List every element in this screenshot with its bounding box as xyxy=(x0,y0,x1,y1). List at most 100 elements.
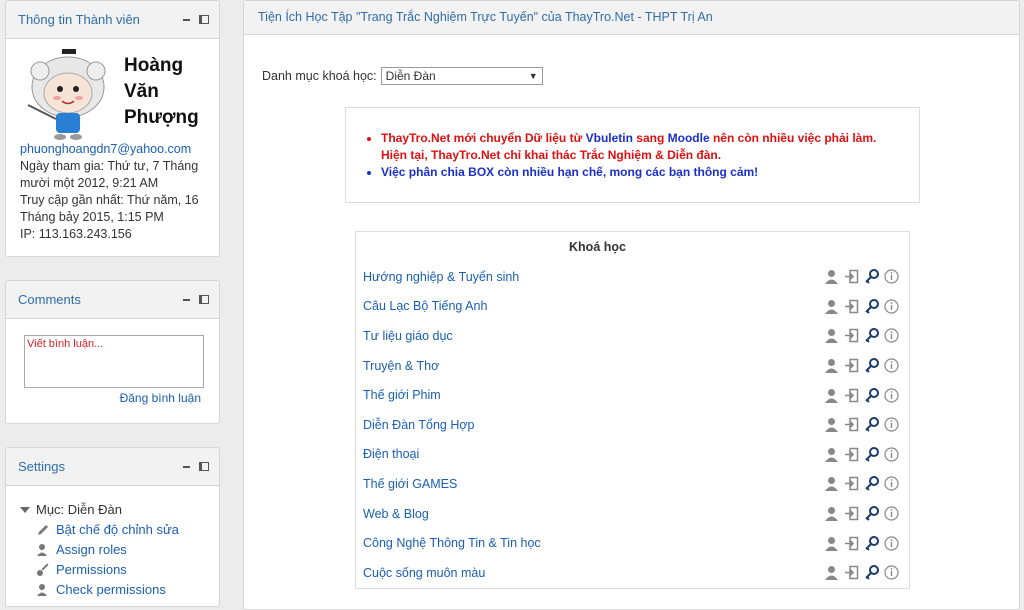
info-icon[interactable] xyxy=(884,506,899,521)
enrolled-user-icon[interactable] xyxy=(824,417,839,433)
course-row: Hướng nghiệp & Tuyển sinh xyxy=(356,262,909,292)
post-comment-link[interactable]: Đăng bình luận xyxy=(120,391,201,405)
enrol-icon[interactable] xyxy=(844,536,859,551)
course-row: Câu Lạc Bộ Tiếng Anh xyxy=(356,292,909,322)
dock-icon[interactable] xyxy=(199,15,209,24)
course-link[interactable]: Thế giới Phim xyxy=(363,388,824,402)
enrol-icon[interactable] xyxy=(844,388,859,403)
comments-block: Comments Viết bình luận... Đăng bình luậ… xyxy=(5,280,220,424)
guest-access-key-icon[interactable] xyxy=(864,565,879,580)
guest-access-key-icon[interactable] xyxy=(864,417,879,432)
dropdown-arrow-icon: ▼ xyxy=(528,71,538,81)
info-icon[interactable] xyxy=(884,476,899,492)
enrolled-user-icon[interactable] xyxy=(824,358,839,374)
minimize-icon[interactable] xyxy=(183,465,190,468)
enrol-icon[interactable] xyxy=(844,506,859,521)
expand-triangle-icon[interactable] xyxy=(20,507,30,513)
guest-access-key-icon[interactable] xyxy=(864,476,879,492)
enrolled-user-icon[interactable] xyxy=(824,388,839,403)
info-icon[interactable] xyxy=(884,447,899,462)
course-link[interactable]: Điện thoại xyxy=(363,447,824,461)
course-row: Cuộc sống muôn màu xyxy=(356,558,909,588)
comments-block-title: Comments xyxy=(18,292,81,307)
enrol-icon[interactable] xyxy=(844,565,859,580)
guest-access-key-icon[interactable] xyxy=(864,387,879,403)
settings-tree: Mục: Diễn Đàn Bật chế độ chỉnh sửa Assig… xyxy=(20,500,179,600)
profile-email-link[interactable]: phuonghoangdn7@yahoo.com xyxy=(20,141,220,158)
settings-item-assign-roles[interactable]: Assign roles xyxy=(20,540,179,560)
enrol-icon[interactable] xyxy=(844,328,859,343)
enrolled-user-icon[interactable] xyxy=(824,506,839,522)
course-link[interactable]: Web & Blog xyxy=(363,507,824,521)
notice-box: ThayTro.Net mới chuyển Dữ liệu từ Vbulet… xyxy=(345,107,920,203)
enrolled-user-icon[interactable] xyxy=(824,565,839,581)
settings-item-edit[interactable]: Bật chế độ chỉnh sửa xyxy=(20,520,179,540)
enrol-icon[interactable] xyxy=(844,447,859,462)
comment-textarea[interactable]: Viết bình luận... xyxy=(24,335,204,388)
main-header: Tiện Ích Học Tập "Trang Trắc Nghiệm Trực… xyxy=(244,1,1019,35)
profile-joined: Ngày tham gia: Thứ tư, 7 Tháng mười một … xyxy=(20,159,199,190)
guest-access-key-icon[interactable] xyxy=(864,446,879,462)
enrolled-user-icon[interactable] xyxy=(824,536,839,551)
settings-item-permissions[interactable]: Permissions xyxy=(20,560,179,580)
course-list-header: Khoá học xyxy=(569,240,626,254)
enrol-icon[interactable] xyxy=(844,299,859,314)
dock-icon[interactable] xyxy=(199,462,209,471)
course-link[interactable]: Hướng nghiệp & Tuyển sinh xyxy=(363,270,824,284)
info-icon[interactable] xyxy=(884,328,899,344)
info-icon[interactable] xyxy=(884,388,899,403)
course-list: Khoá học Hướng nghiệp & Tuyển sinh Câu L… xyxy=(355,231,910,589)
dock-icon[interactable] xyxy=(199,295,209,304)
notice-item: ThayTro.Net mới chuyển Dữ liệu từ Vbulet… xyxy=(381,130,899,164)
category-select[interactable]: Diễn Đàn ▼ xyxy=(380,67,543,85)
profile-block-title: Thông tin Thành viên xyxy=(18,12,140,27)
course-link[interactable]: Truyện & Thơ xyxy=(363,359,824,373)
profile-info: phuonghoangdn7@yahoo.com Ngày tham gia: … xyxy=(20,141,220,243)
course-row: Thế giới Phim xyxy=(356,380,909,410)
settings-block: Settings Mục: Diễn Đàn Bật chế độ chỉnh … xyxy=(5,447,220,607)
enrolled-user-icon[interactable] xyxy=(824,299,839,314)
guest-access-key-icon[interactable] xyxy=(864,358,879,373)
course-link[interactable]: Cuộc sống muôn màu xyxy=(363,566,824,580)
guest-access-key-icon[interactable] xyxy=(864,506,879,521)
course-link[interactable]: Diễn Đàn Tổng Hợp xyxy=(363,418,824,432)
minimize-icon[interactable] xyxy=(183,298,190,301)
enrolled-user-icon[interactable] xyxy=(824,476,839,492)
info-icon[interactable] xyxy=(884,269,899,284)
course-link[interactable]: Tư liệu giáo dục xyxy=(363,329,824,343)
settings-item-check-permissions[interactable]: Check permissions xyxy=(20,580,179,600)
info-icon[interactable] xyxy=(884,536,899,551)
course-row: Truyện & Thơ xyxy=(356,351,909,381)
minimize-icon[interactable] xyxy=(183,18,190,21)
comments-block-header: Comments xyxy=(6,281,219,319)
guest-access-key-icon[interactable] xyxy=(864,298,879,314)
enrol-icon[interactable] xyxy=(844,269,859,284)
course-row: Công Nghệ Thông Tin & Tin học xyxy=(356,528,909,558)
guest-access-key-icon[interactable] xyxy=(864,328,879,344)
main-panel: Tiện Ích Học Tập "Trang Trắc Nghiệm Trực… xyxy=(243,0,1020,610)
enrolled-user-icon[interactable] xyxy=(824,269,839,285)
profile-block-header: Thông tin Thành viên xyxy=(6,1,219,39)
course-link[interactable]: Thế giới GAMES xyxy=(363,477,824,491)
enrol-icon[interactable] xyxy=(844,417,859,432)
key-icon xyxy=(37,563,49,576)
course-link[interactable]: Câu Lạc Bộ Tiếng Anh xyxy=(363,299,824,313)
profile-ip: IP: 113.163.243.156 xyxy=(20,227,132,241)
info-icon[interactable] xyxy=(884,299,899,314)
course-link[interactable]: Công Nghệ Thông Tin & Tin học xyxy=(363,536,824,550)
enrol-icon[interactable] xyxy=(844,476,859,491)
info-icon[interactable] xyxy=(884,358,899,373)
guest-access-key-icon[interactable] xyxy=(864,535,879,551)
course-row: Thế giới GAMES xyxy=(356,469,909,499)
enrolled-user-icon[interactable] xyxy=(824,447,839,462)
guest-access-key-icon[interactable] xyxy=(864,269,879,285)
profile-last-access: Truy cập gần nhất: Thứ năm, 16 Tháng bảy… xyxy=(20,193,199,224)
info-icon[interactable] xyxy=(884,417,899,432)
course-row: Điện thoại xyxy=(356,440,909,470)
settings-section[interactable]: Mục: Diễn Đàn xyxy=(20,500,179,520)
settings-block-header: Settings xyxy=(6,448,219,486)
info-icon[interactable] xyxy=(884,565,899,580)
enrolled-user-icon[interactable] xyxy=(824,328,839,344)
profile-block: Thông tin Thành viên Hoàng Văn Phượng ph… xyxy=(5,0,220,257)
enrol-icon[interactable] xyxy=(844,358,859,373)
